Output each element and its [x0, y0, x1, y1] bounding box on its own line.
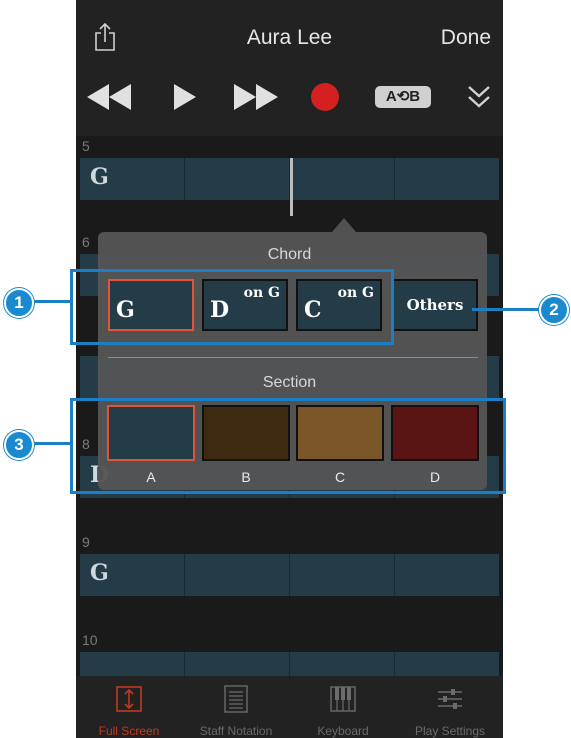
tab-label: Play Settings [414, 724, 486, 738]
done-button[interactable]: Done [441, 26, 491, 50]
callout-badge-2: 2 [539, 295, 569, 325]
measure-number: 10 [82, 632, 98, 648]
playback-cursor [290, 158, 293, 216]
others-label: Others [406, 296, 464, 314]
rewind-icon[interactable] [86, 78, 134, 116]
record-icon[interactable] [308, 78, 342, 116]
keyboard-icon [328, 684, 358, 719]
full-screen-icon [114, 684, 144, 719]
others-button[interactable]: Others [392, 279, 478, 331]
callout-leader-2 [472, 308, 544, 311]
callout-box-1 [70, 269, 394, 345]
tab-play-settings[interactable]: Play Settings [397, 676, 503, 738]
callout-badge-1: 1 [4, 288, 34, 318]
app-screen: Aura Lee Done A⟲B 5 G 6 8 9 G 10 Chord G… [76, 0, 503, 738]
tab-label: Keyboard [317, 724, 369, 738]
callout-leader-1 [28, 300, 72, 303]
bottom-tab-bar: Full Screen Staff Notation Keyboard Play… [76, 676, 503, 738]
song-title: Aura Lee [246, 26, 333, 49]
measure-number: 9 [82, 534, 90, 550]
staff-notation-icon [221, 684, 251, 719]
callout-box-3 [70, 398, 506, 494]
measure-row[interactable]: G [80, 554, 499, 596]
chord-symbol: G [90, 560, 109, 586]
ab-repeat-label: A⟲B [375, 86, 431, 108]
chord-heading: Chord [267, 246, 312, 263]
tab-full-screen[interactable]: Full Screen [76, 676, 182, 738]
play-settings-icon [435, 684, 465, 719]
tab-label: Staff Notation [199, 724, 273, 738]
collapse-chevron-icon[interactable] [464, 78, 494, 116]
callout-badge-3: 3 [4, 430, 34, 460]
chord-symbol: G [90, 164, 109, 190]
tab-label: Full Screen [98, 724, 160, 738]
popup-divider [108, 357, 478, 358]
section-heading: Section [262, 374, 317, 391]
ab-repeat-icon[interactable]: A⟲B [372, 78, 434, 116]
measure-number: 5 [82, 138, 90, 154]
header-bar: Aura Lee Done [76, 0, 503, 78]
popup-pointer [332, 218, 356, 232]
callout-leader-3 [28, 442, 72, 445]
tab-staff-notation[interactable]: Staff Notation [183, 676, 289, 738]
play-icon[interactable] [170, 78, 200, 116]
tab-keyboard[interactable]: Keyboard [290, 676, 396, 738]
fast-forward-icon[interactable] [232, 78, 282, 116]
transport-controls: A⟲B [76, 78, 503, 136]
